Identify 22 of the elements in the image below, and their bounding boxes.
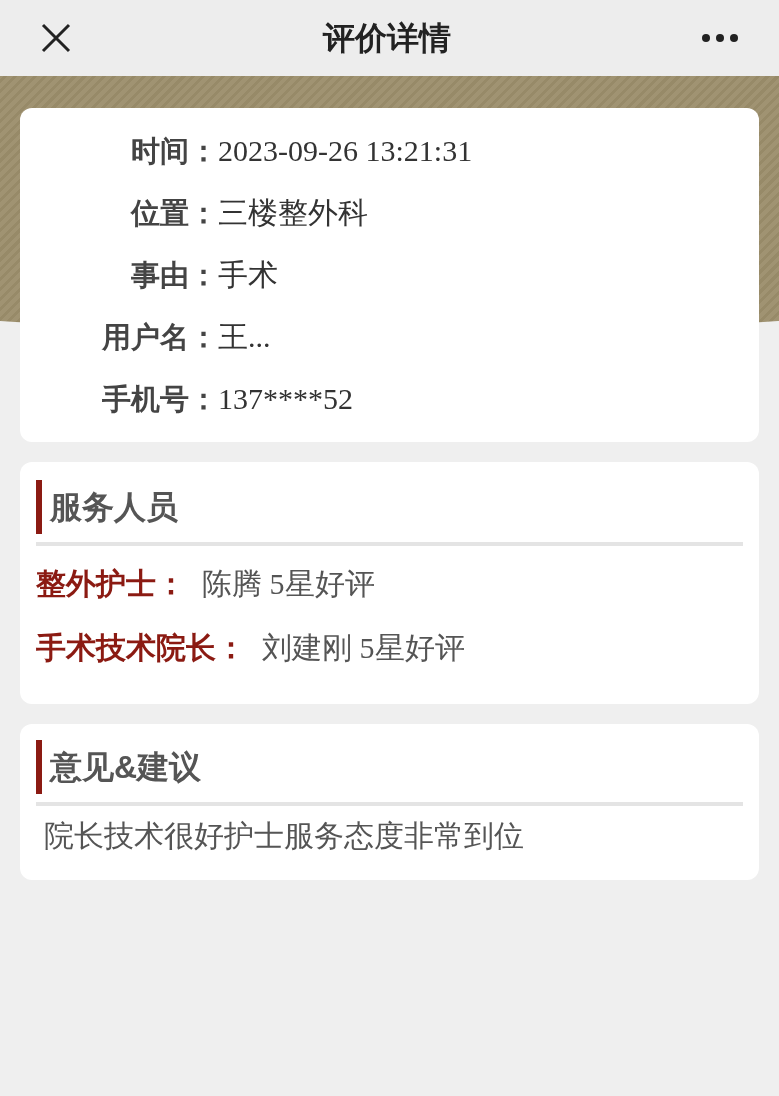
accent-bar: [36, 740, 42, 794]
role-label: 手术技术院长：: [36, 630, 246, 666]
role-label: 整外护士：: [36, 566, 186, 602]
field-value: 手术: [218, 257, 278, 293]
field-label: 手机号：: [101, 382, 218, 417]
field-label: 时间：: [130, 134, 218, 169]
section-title: 服务人员: [50, 488, 178, 527]
feedback-text: 院长技术很好护士服务态度非常到位: [43, 818, 525, 854]
field-value: 王...: [218, 319, 271, 355]
accent-bar: [36, 480, 42, 534]
section-title: 意见&建议: [50, 748, 202, 787]
field-label: 事由：: [130, 258, 218, 293]
field-value: 137****52: [218, 381, 353, 417]
field-value: 三楼整外科: [218, 195, 368, 231]
close-icon[interactable]: [40, 22, 72, 54]
more-icon[interactable]: [701, 33, 739, 43]
field-value: 2023-09-26 13:21:31: [218, 133, 473, 169]
field-label: 用户名：: [101, 320, 218, 355]
field-label: 位置：: [129, 196, 218, 231]
staff-rating: 陈腾 5星好评: [202, 566, 375, 602]
page-title: 评价详情: [322, 19, 451, 58]
staff-rating: 刘建刚 5星好评: [262, 630, 465, 666]
